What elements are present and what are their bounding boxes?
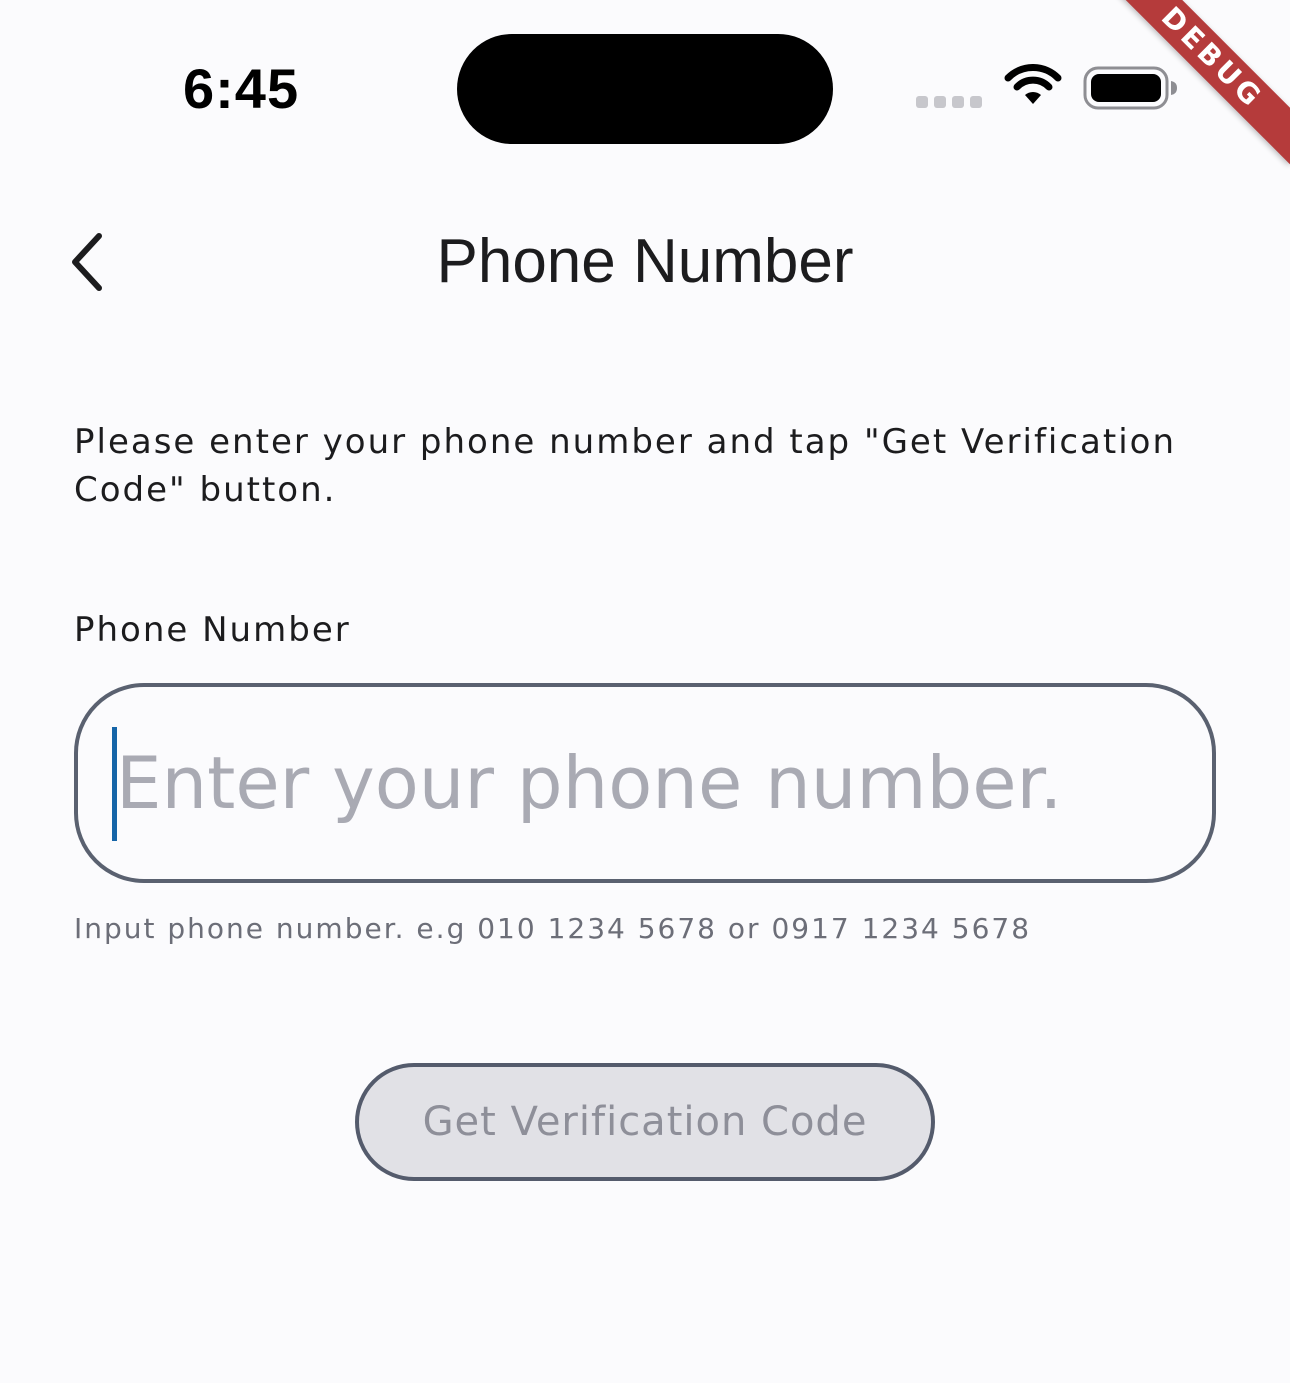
- status-bar: 6:45: [0, 0, 1290, 170]
- status-time: 6:45: [183, 57, 300, 120]
- text-caret: [112, 727, 117, 841]
- phone-number-helper-text: Input phone number. e.g 010 1234 5678 or…: [74, 912, 1032, 945]
- phone-number-label: Phone Number: [74, 610, 351, 650]
- battery-icon: [1083, 66, 1177, 110]
- dynamic-island: [457, 34, 833, 144]
- wifi-icon: [1004, 64, 1062, 104]
- page-title: Phone Number: [436, 227, 854, 296]
- instructions-text: Please enter your phone number and tap "…: [74, 422, 1177, 510]
- phone-number-field[interactable]: [74, 683, 1216, 883]
- phone-number-input[interactable]: [112, 727, 1176, 839]
- get-verification-code-button[interactable]: Get Verification Code: [355, 1063, 935, 1181]
- cellular-signal-icon: [916, 96, 982, 108]
